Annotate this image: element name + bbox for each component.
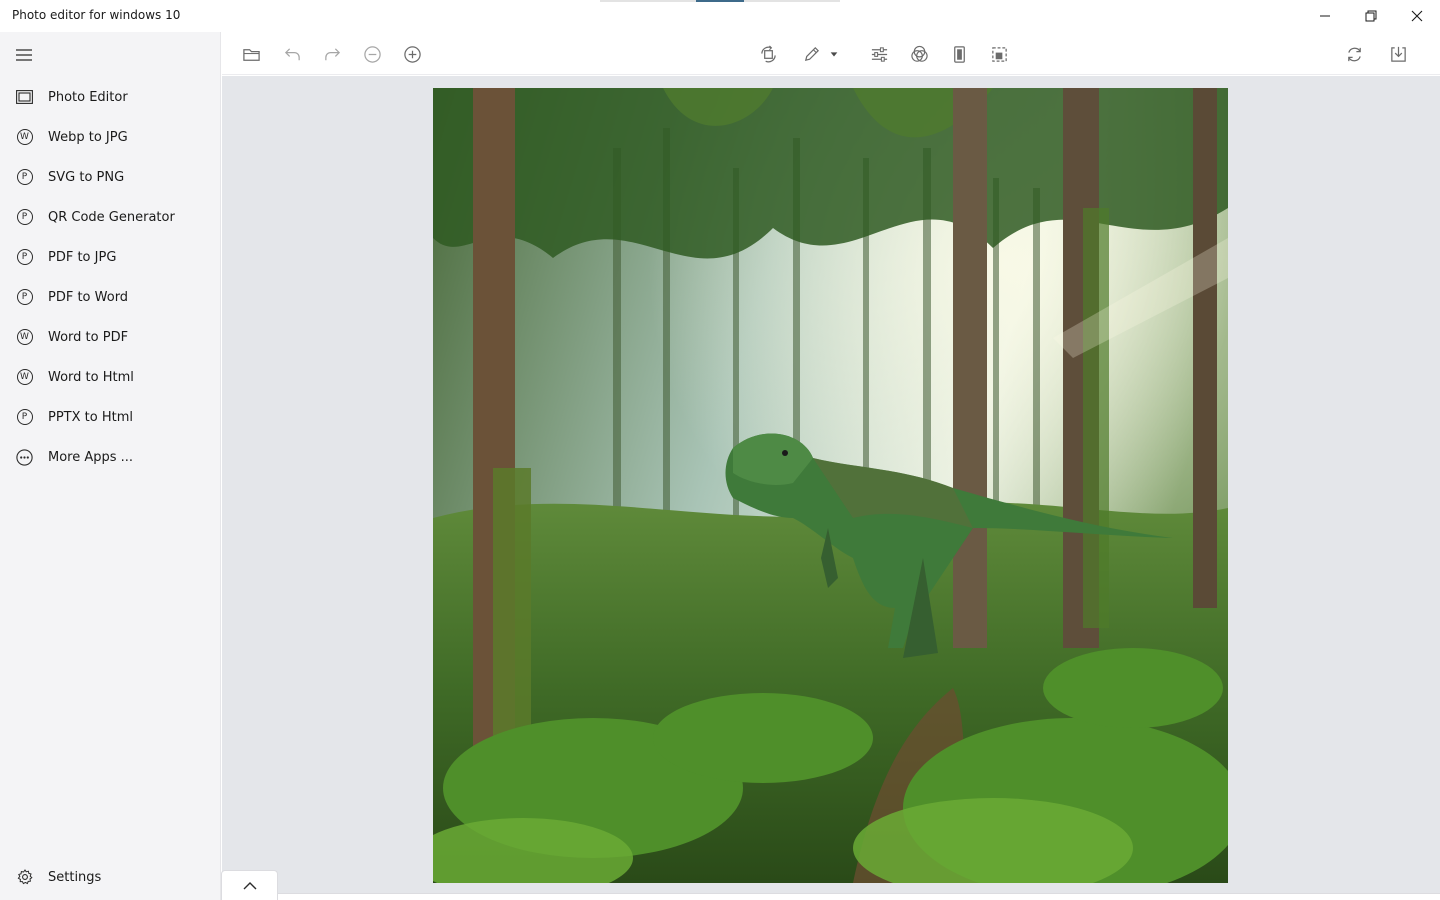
sidebar: Photo Editor W Webp to JPG P SVG to PNG … xyxy=(0,32,221,900)
undo-button[interactable] xyxy=(281,43,303,65)
sidebar-item-label: Webp to JPG xyxy=(48,129,128,145)
restore-icon xyxy=(1365,10,1377,22)
drag-region-indicator xyxy=(600,0,840,2)
adjust-button[interactable] xyxy=(868,43,890,65)
more-apps-icon xyxy=(16,448,33,466)
sidebar-item-label: Word to PDF xyxy=(48,329,129,345)
sidebar-item-pdf-to-jpg[interactable]: P PDF to JPG xyxy=(0,237,220,277)
sidebar-item-photo-editor[interactable]: Photo Editor xyxy=(0,77,220,117)
folder-icon xyxy=(242,48,260,61)
sidebar-item-label: QR Code Generator xyxy=(48,209,175,225)
rotate-icon xyxy=(760,45,776,62)
sidebar-item-label: PPTX to Html xyxy=(48,409,133,425)
sidebar-item-label: Photo Editor xyxy=(48,89,128,105)
crop-frame-icon xyxy=(991,46,1007,62)
redo-icon xyxy=(324,47,340,60)
crop-portrait-button[interactable] xyxy=(948,43,970,65)
zoom-out-icon xyxy=(363,45,381,63)
sidebar-item-pdf-to-word[interactable]: P PDF to Word xyxy=(0,277,220,317)
p-circle-icon: P xyxy=(16,289,33,306)
crop-portrait-icon xyxy=(953,45,965,63)
restore-button[interactable] xyxy=(1348,0,1394,32)
sidebar-item-label: Word to Html xyxy=(48,369,134,385)
editor-canvas[interactable] xyxy=(222,76,1440,893)
open-file-button[interactable] xyxy=(240,43,262,65)
p-circle-icon: P xyxy=(16,249,33,266)
sidebar-item-pptx-to-html[interactable]: P PPTX to Html xyxy=(0,397,220,437)
editor-toolbar xyxy=(222,32,1440,75)
drag-region-accent xyxy=(696,0,744,2)
w-circle-icon: W xyxy=(16,129,33,146)
filter-button[interactable] xyxy=(908,43,930,65)
sidebar-item-label: PDF to Word xyxy=(48,289,129,305)
adjust-sliders-icon xyxy=(871,46,887,62)
sidebar-item-word-to-pdf[interactable]: W Word to PDF xyxy=(0,317,220,357)
sidebar-item-webp-to-jpg[interactable]: W Webp to JPG xyxy=(0,117,220,157)
save-download-icon xyxy=(1390,46,1406,62)
undo-icon xyxy=(284,47,300,60)
chevron-up-icon xyxy=(243,881,256,889)
p-circle-icon: P xyxy=(16,209,33,226)
rotate-button[interactable] xyxy=(757,43,779,65)
close-icon xyxy=(1411,10,1423,22)
refresh-icon xyxy=(1347,47,1361,61)
sidebar-item-svg-to-png[interactable]: P SVG to PNG xyxy=(0,157,220,197)
title-bar: Photo editor for windows 10 xyxy=(0,0,1440,32)
dinosaur-forest-photo[interactable] xyxy=(433,88,1228,883)
minimize-button[interactable] xyxy=(1302,0,1348,32)
draw-button[interactable] xyxy=(800,43,822,65)
crop-frame-button[interactable] xyxy=(988,43,1010,65)
save-button[interactable] xyxy=(1387,43,1409,65)
close-button[interactable] xyxy=(1394,0,1440,32)
photo-editor-icon xyxy=(16,89,33,106)
draw-options-dropdown[interactable] xyxy=(828,43,840,65)
p-circle-icon: P xyxy=(16,169,33,186)
sidebar-item-word-to-html[interactable]: W Word to Html xyxy=(0,357,220,397)
sidebar-item-more-apps[interactable]: More Apps ... xyxy=(0,437,220,477)
minimize-icon xyxy=(1320,15,1330,17)
reset-button[interactable] xyxy=(1343,43,1365,65)
redo-button[interactable] xyxy=(321,43,343,65)
pencil-icon xyxy=(804,46,819,61)
menu-toggle-button[interactable] xyxy=(14,47,34,63)
zoom-in-icon xyxy=(403,45,421,63)
sidebar-item-label: SVG to PNG xyxy=(48,169,125,185)
expand-panel-button[interactable] xyxy=(221,870,278,900)
settings-label: Settings xyxy=(48,869,102,885)
zoom-in-button[interactable] xyxy=(401,43,423,65)
sidebar-item-label: PDF to JPG xyxy=(48,249,117,265)
status-strip xyxy=(222,893,1440,900)
w-circle-icon: W xyxy=(16,369,33,386)
hamburger-icon xyxy=(16,49,32,61)
sidebar-item-label: More Apps ... xyxy=(48,449,134,465)
w-circle-icon: W xyxy=(16,329,33,346)
app-title: Photo editor for windows 10 xyxy=(12,8,181,22)
p-circle-icon: P xyxy=(16,409,33,426)
dropdown-arrow-icon xyxy=(830,52,838,57)
sidebar-item-qr-code-generator[interactable]: P QR Code Generator xyxy=(0,197,220,237)
sidebar-item-settings[interactable]: Settings xyxy=(0,857,220,897)
gear-icon xyxy=(16,869,33,886)
zoom-out-button[interactable] xyxy=(361,43,383,65)
filter-icon xyxy=(910,45,928,62)
